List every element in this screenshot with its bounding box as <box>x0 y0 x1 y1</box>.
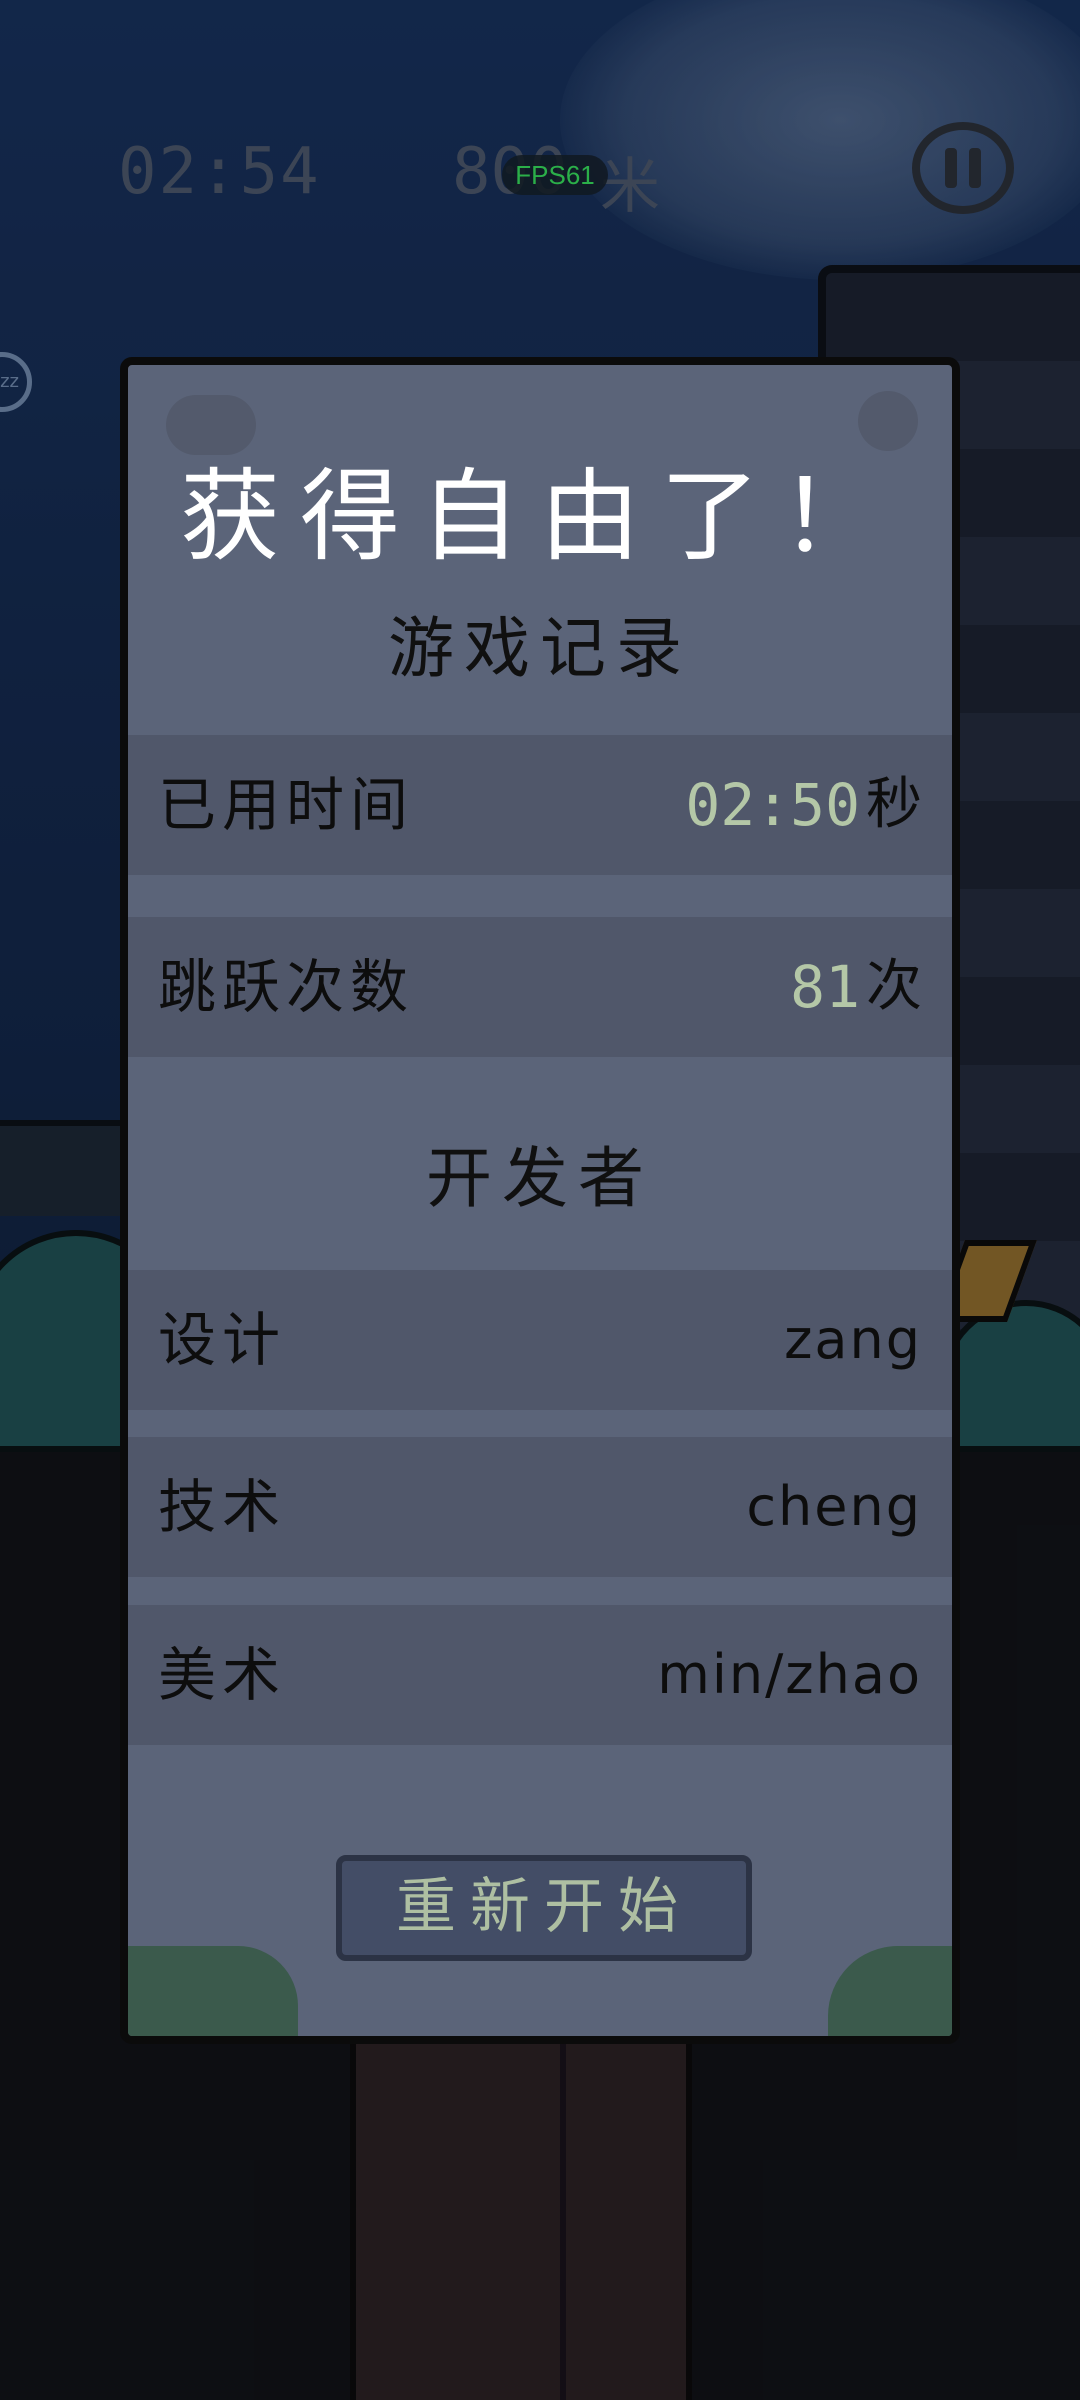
restart-button[interactable]: 重新开始 <box>336 1855 752 1961</box>
result-title: 获得自由了！ <box>180 458 900 575</box>
developer-role: 设计 <box>158 1306 287 1374</box>
records-heading: 游戏记录 <box>388 610 692 687</box>
record-label: 跳跃次数 <box>158 953 415 1021</box>
game-screen: 02:54 800 米 FPS61 zz 获得自由了！ 游戏记录 已用时间 02… <box>0 0 1080 2400</box>
record-unit: 秒 <box>866 772 922 837</box>
record-row-jumps: 跳跃次数 81 次 <box>128 917 952 1057</box>
developer-row-art: 美术 min/zhao <box>128 1605 952 1745</box>
record-row-time: 已用时间 02:50 秒 <box>128 735 952 875</box>
developers-heading: 开发者 <box>426 1140 654 1217</box>
grass-left <box>128 1946 298 2036</box>
record-label: 已用时间 <box>158 771 415 839</box>
developer-name-wrap: min/zhao <box>657 1605 922 1745</box>
result-panel: 获得自由了！ 游戏记录 已用时间 02:50 秒 跳跃次数 81 次 开发者 设… <box>120 357 960 2044</box>
developer-name-wrap: zang <box>784 1270 922 1410</box>
developer-name: min/zhao <box>657 1643 922 1706</box>
developer-row-design: 设计 zang <box>128 1270 952 1410</box>
record-number: 02:50 <box>685 771 860 839</box>
developer-name-wrap: cheng <box>746 1437 922 1577</box>
developer-name: zang <box>784 1308 922 1371</box>
record-unit: 次 <box>866 954 922 1019</box>
developer-role: 技术 <box>158 1473 287 1541</box>
developer-role: 美术 <box>158 1641 287 1709</box>
developer-row-tech: 技术 cheng <box>128 1437 952 1577</box>
record-value: 02:50 秒 <box>685 735 922 875</box>
record-number: 81 <box>790 953 860 1021</box>
developer-name: cheng <box>746 1475 922 1538</box>
grass-right <box>828 1946 952 2036</box>
record-value: 81 次 <box>790 917 922 1057</box>
